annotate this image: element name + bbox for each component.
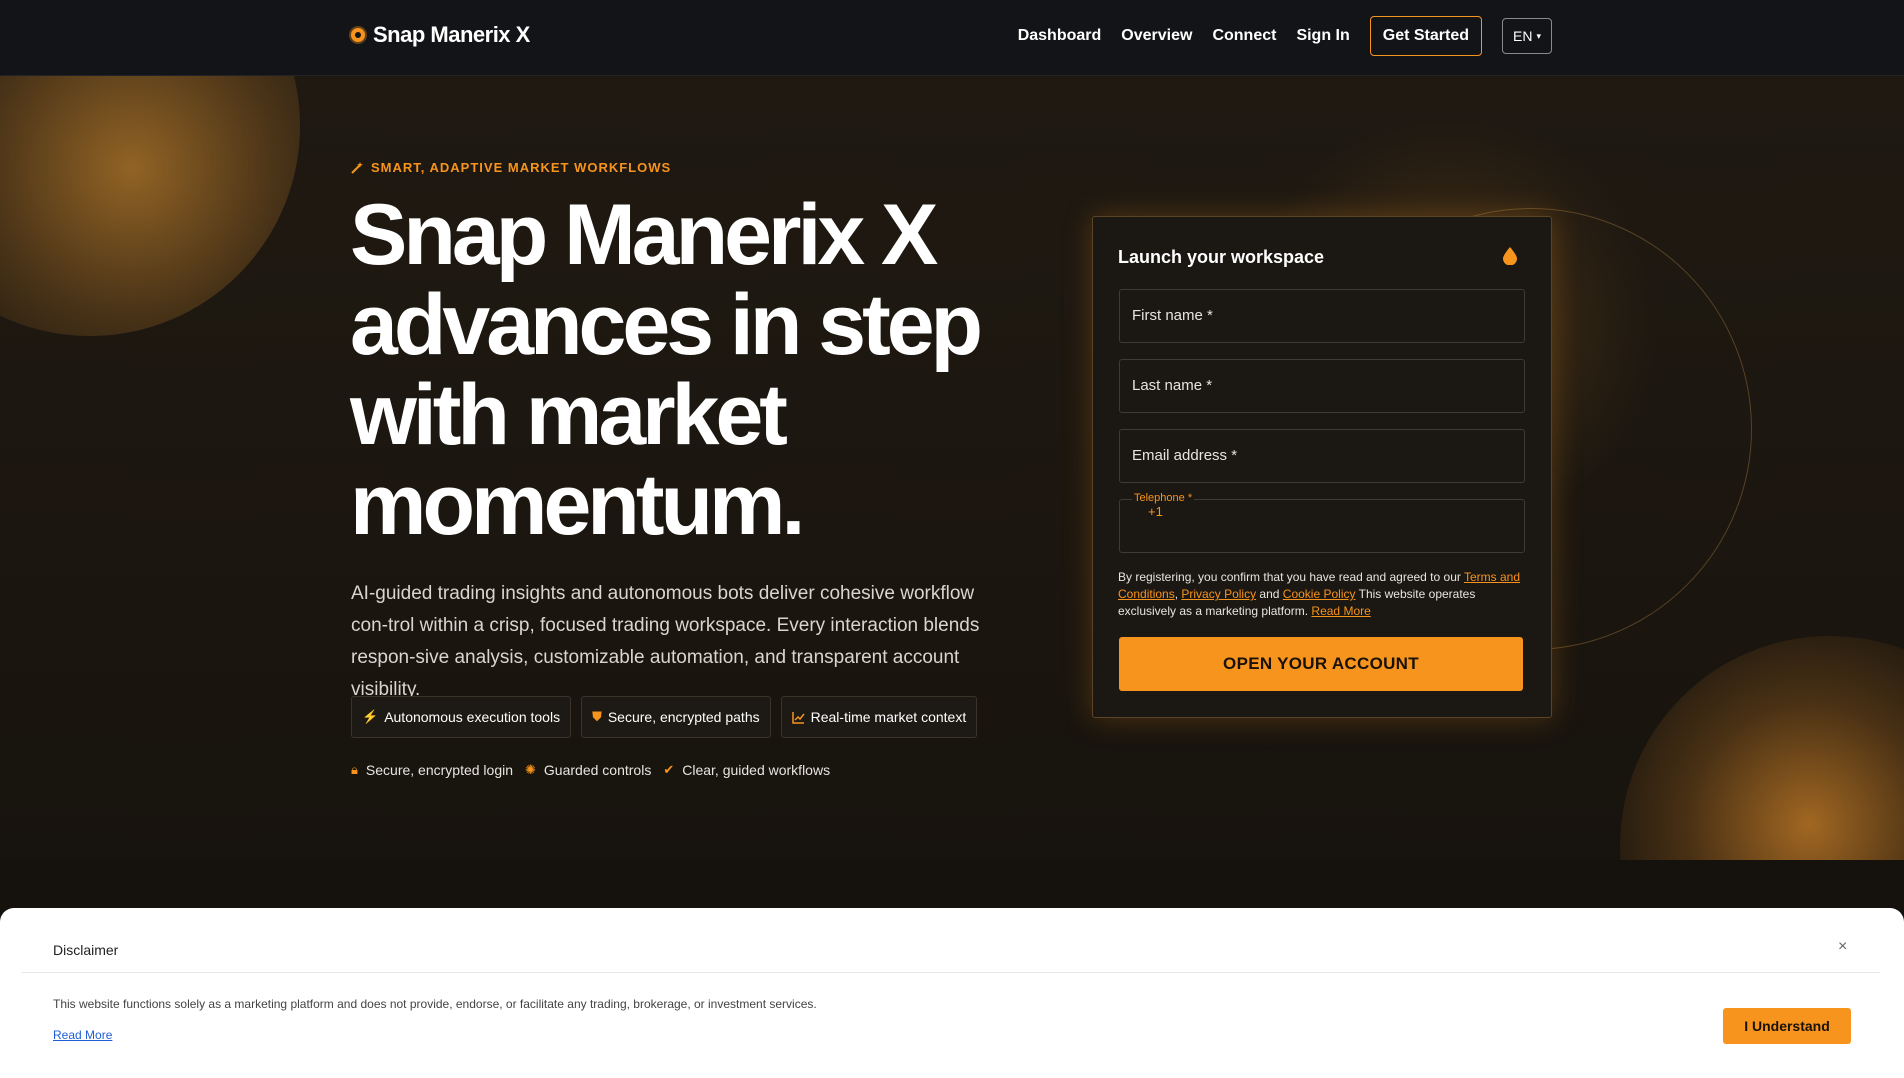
disclaimer-title: Disclaimer	[53, 942, 119, 958]
first-name-field[interactable]: First name *	[1119, 289, 1525, 343]
nav-link-overview[interactable]: Overview	[1121, 27, 1192, 45]
open-account-button[interactable]: OPEN YOUR ACCOUNT	[1119, 637, 1523, 691]
feature-chip: Real-time market context	[780, 696, 978, 738]
nav-link-sign-in[interactable]: Sign In	[1296, 27, 1349, 45]
lightning-icon: ⚡	[362, 709, 379, 724]
read-more-link[interactable]: Read More	[1311, 604, 1370, 618]
email-field[interactable]: Email address *	[1119, 429, 1525, 483]
main-nav: Dashboard Overview Connect Sign In Get S…	[1018, 16, 1552, 56]
droplet-icon	[1503, 247, 1517, 265]
trust-item-label: Clear, guided workflows	[682, 762, 831, 778]
email-placeholder: Email address *	[1132, 447, 1238, 464]
trust-badges: 🔒︎ Secure, encrypted login ✺ Guarded con…	[351, 762, 830, 778]
legal-and: and	[1259, 587, 1280, 601]
check-circle-icon: ✔	[663, 762, 675, 777]
disclaimer-banner: Disclaimer × This website functions sole…	[0, 908, 1904, 1078]
line-chart-icon	[791, 711, 805, 724]
hero-title: Snap Manerix X advances in step with mar…	[350, 187, 983, 553]
feature-chips: ⚡ Autonomous execution tools ⛊ Secure, e…	[351, 696, 978, 738]
nav-link-connect[interactable]: Connect	[1212, 27, 1276, 45]
language-code: EN	[1513, 28, 1533, 44]
last-name-placeholder: Last name *	[1132, 377, 1213, 394]
shield-icon: ⛊	[592, 709, 602, 724]
hero-eyebrow: SMART, ADAPTIVE MARKET WORKFLOWS	[351, 160, 671, 175]
feature-chip: ⛊ Secure, encrypted paths	[581, 696, 771, 738]
hero-eyebrow-text: SMART, ADAPTIVE MARKET WORKFLOWS	[371, 160, 672, 175]
language-selector[interactable]: EN ▾	[1502, 18, 1552, 54]
feature-chip-label: Autonomous execution tools	[384, 709, 561, 725]
privacy-policy-link[interactable]: Privacy Policy	[1181, 587, 1256, 601]
telephone-field[interactable]: Telephone * +1	[1119, 492, 1525, 553]
legal-prefix: By registering, you confirm that you hav…	[1118, 570, 1461, 584]
telephone-country-code[interactable]: +1	[1148, 504, 1163, 519]
chevron-down-icon: ▾	[1536, 30, 1541, 41]
trust-item: 🔒︎ Secure, encrypted login	[351, 762, 513, 778]
legal-separator: ,	[1174, 587, 1179, 601]
brand-logo[interactable]: Snap Manerix X	[351, 22, 530, 48]
trust-item-label: Guarded controls	[543, 762, 652, 778]
i-understand-button[interactable]: I Understand	[1723, 1008, 1851, 1044]
top-navigation-bar: Snap Manerix X Dashboard Overview Connec…	[0, 0, 1904, 76]
divider	[22, 972, 1880, 973]
hero-description: AI-guided trading insights and autonomou…	[351, 583, 980, 700]
disclaimer-text: This website functions solely as a marke…	[53, 997, 817, 1011]
get-started-button[interactable]: Get Started	[1369, 16, 1483, 56]
first-name-placeholder: First name *	[1132, 307, 1213, 324]
feature-chip-label: Secure, encrypted paths	[607, 709, 760, 725]
decorative-glow-bottom-right	[1620, 636, 1904, 860]
trust-item-label: Secure, encrypted login	[365, 762, 514, 778]
trust-item: ✺ Guarded controls	[525, 762, 651, 778]
nav-link-dashboard[interactable]: Dashboard	[1018, 27, 1102, 45]
brain-icon: ✺	[525, 762, 536, 777]
logo-icon	[351, 28, 365, 42]
close-icon[interactable]: ×	[1838, 938, 1847, 956]
telephone-label: Telephone *	[1132, 492, 1195, 504]
brand-name: Snap Manerix X	[373, 22, 530, 47]
feature-chip-label: Real-time market context	[810, 709, 967, 725]
legal-notice: By registering, you confirm that you hav…	[1118, 569, 1526, 620]
lock-icon: 🔒︎	[351, 762, 358, 777]
cookie-policy-link[interactable]: Cookie Policy	[1283, 587, 1356, 601]
disclaimer-read-more-link[interactable]: Read More	[53, 1028, 112, 1042]
trust-item: ✔ Clear, guided workflows	[663, 762, 830, 778]
last-name-field[interactable]: Last name *	[1119, 359, 1525, 413]
decorative-glow-top-left	[0, 76, 300, 336]
signup-card: Launch your workspace First name * Last …	[1092, 216, 1552, 718]
magic-wand-icon	[351, 162, 363, 174]
feature-chip: ⚡ Autonomous execution tools	[351, 696, 572, 738]
signup-card-title: Launch your workspace	[1118, 247, 1325, 267]
